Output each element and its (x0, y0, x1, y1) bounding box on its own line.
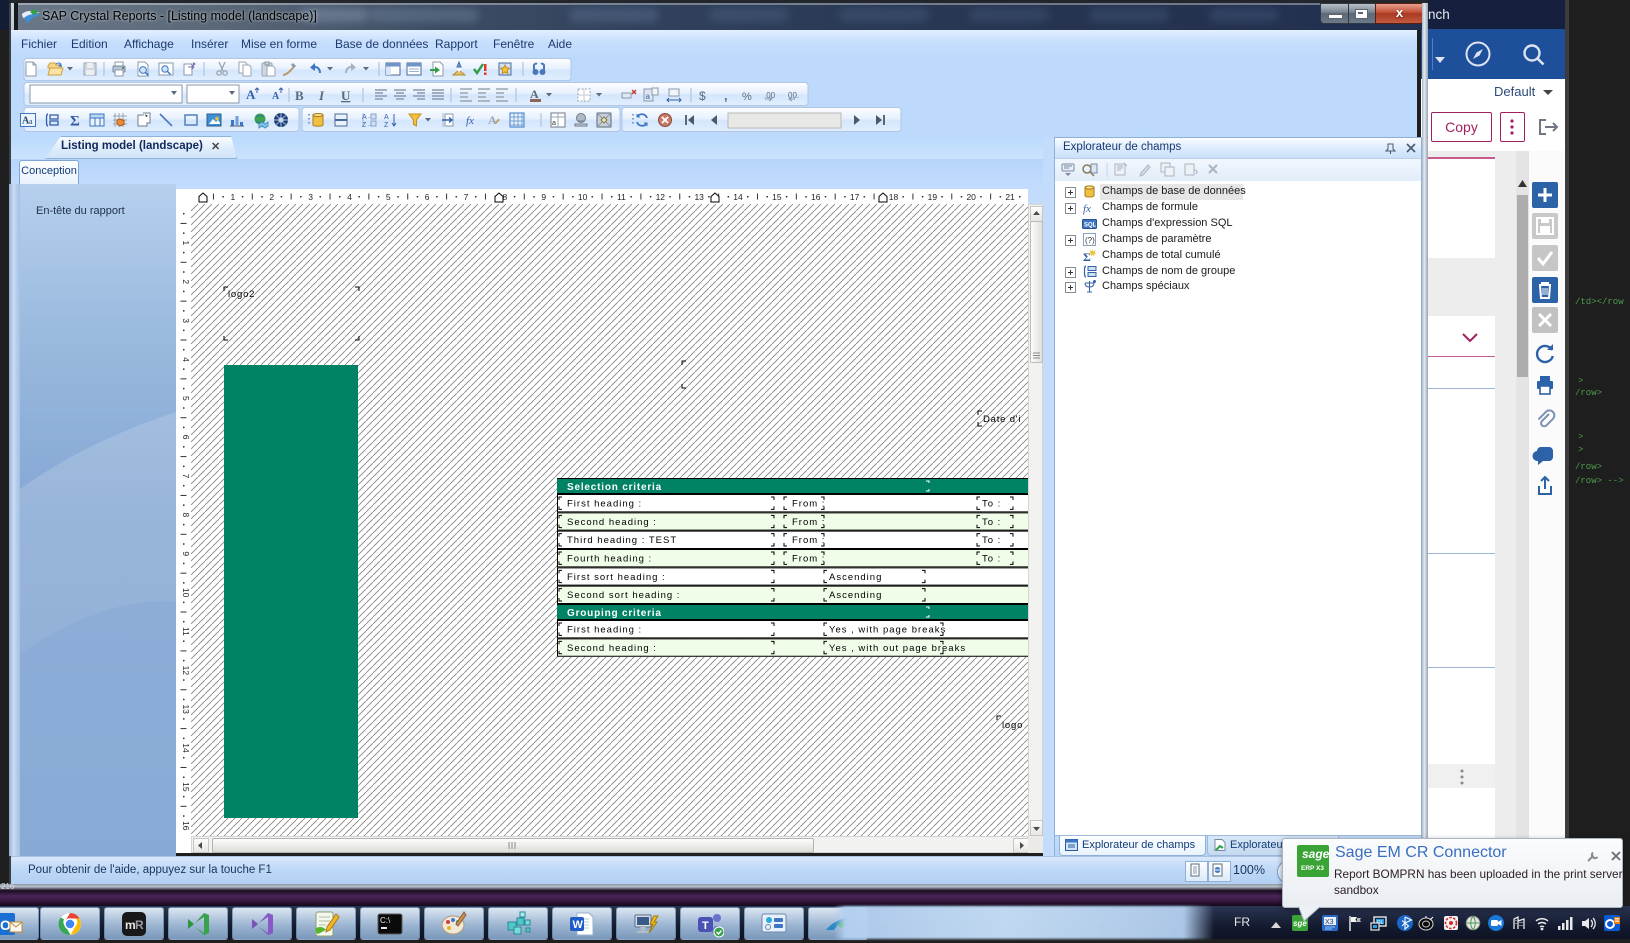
svg-text:15: 15 (772, 192, 782, 202)
svg-text:U: U (341, 88, 351, 103)
svg-text:19: 19 (928, 192, 938, 202)
svg-text:From :: From : (792, 499, 825, 510)
svg-text:Second heading :: Second heading : (567, 517, 657, 528)
svg-text:18: 18 (889, 192, 899, 202)
svg-text:(?): (?) (1085, 236, 1095, 245)
svg-text:13: 13 (181, 704, 191, 714)
svg-text:To :: To : (982, 535, 1001, 546)
svg-text:First sort heading :: First sort heading : (567, 572, 666, 583)
svg-text:I: I (318, 88, 325, 103)
svg-text:First heading :: First heading : (567, 499, 642, 510)
svg-text:To :: To : (982, 499, 1001, 510)
svg-text:logo2: logo2 (228, 289, 255, 300)
svg-text:To :: To : (982, 553, 1001, 564)
svg-text:From :: From : (792, 535, 825, 546)
svg-text:W: W (573, 919, 584, 931)
svg-text:15: 15 (181, 782, 191, 792)
svg-text:2: 2 (181, 279, 191, 284)
svg-text:1: 1 (181, 240, 191, 245)
svg-text:To :: To : (982, 517, 1001, 528)
svg-text:Second heading :: Second heading : (567, 643, 657, 654)
svg-text:9: 9 (181, 551, 191, 556)
svg-text:R: R (135, 918, 144, 932)
svg-text:6: 6 (181, 435, 191, 440)
svg-text:11: 11 (181, 627, 191, 636)
svg-text:Yes , with page breaks: Yes , with page breaks (829, 625, 946, 636)
svg-text:En-tête du rapport: En-tête du rapport (36, 205, 125, 217)
svg-text:21: 21 (1005, 192, 1015, 202)
svg-text:13: 13 (694, 192, 704, 202)
svg-text:Grouping criteria: Grouping criteria (567, 608, 662, 619)
svg-text:14: 14 (733, 192, 743, 202)
svg-text:Selection criteria: Selection criteria (567, 482, 662, 493)
svg-text:logo: logo (1002, 720, 1023, 731)
svg-text:From :: From : (792, 517, 825, 528)
svg-text:8: 8 (181, 513, 191, 518)
svg-text:Fourth heading :: Fourth heading : (567, 553, 652, 564)
svg-text:6: 6 (425, 192, 430, 202)
svg-text:fx: fx (1083, 203, 1091, 215)
svg-text:2: 2 (269, 192, 274, 202)
svg-text:17: 17 (850, 192, 860, 202)
svg-text:Ascending: Ascending (829, 572, 882, 583)
svg-text:16: 16 (181, 821, 191, 831)
svg-text:12: 12 (181, 666, 191, 676)
svg-text:Ascending: Ascending (829, 590, 882, 601)
svg-text:Second sort heading :: Second sort heading : (567, 590, 680, 601)
svg-text:7: 7 (464, 192, 469, 202)
svg-text:11: 11 (617, 192, 626, 202)
svg-text:Σ: Σ (1083, 250, 1091, 263)
svg-text:Yes , with out page breaks: Yes , with out page breaks (829, 643, 966, 654)
svg-text:4: 4 (181, 357, 191, 362)
svg-text:X3: X3 (1325, 919, 1334, 926)
svg-text:12: 12 (656, 192, 666, 202)
svg-text:T: T (702, 920, 709, 932)
svg-text:7: 7 (181, 474, 191, 479)
svg-text:From :: From : (792, 553, 825, 564)
svg-text:SQL: SQL (1084, 222, 1097, 228)
svg-text:B: B (295, 88, 304, 103)
svg-text:First heading :: First heading : (567, 625, 642, 636)
svg-text:14: 14 (181, 743, 191, 753)
svg-text:16: 16 (811, 192, 821, 202)
svg-text:9: 9 (541, 192, 546, 202)
svg-text:Date d'i: Date d'i (983, 414, 1021, 425)
svg-text:$: $ (699, 89, 706, 103)
svg-text:O: O (0, 917, 11, 933)
svg-text:C:\: C:\ (380, 916, 391, 925)
svg-text:20: 20 (966, 192, 976, 202)
svg-text:%: % (742, 91, 752, 103)
svg-text:3: 3 (181, 318, 191, 323)
svg-text:4: 4 (347, 192, 352, 202)
svg-text:1: 1 (230, 192, 235, 202)
svg-text:5: 5 (386, 192, 391, 202)
svg-text:Third heading : TEST: Third heading : TEST (567, 535, 677, 546)
svg-text:10: 10 (181, 588, 191, 598)
svg-text:10: 10 (578, 192, 588, 202)
svg-text:,: , (724, 88, 728, 103)
svg-text:5: 5 (181, 396, 191, 401)
svg-text:3: 3 (308, 192, 313, 202)
